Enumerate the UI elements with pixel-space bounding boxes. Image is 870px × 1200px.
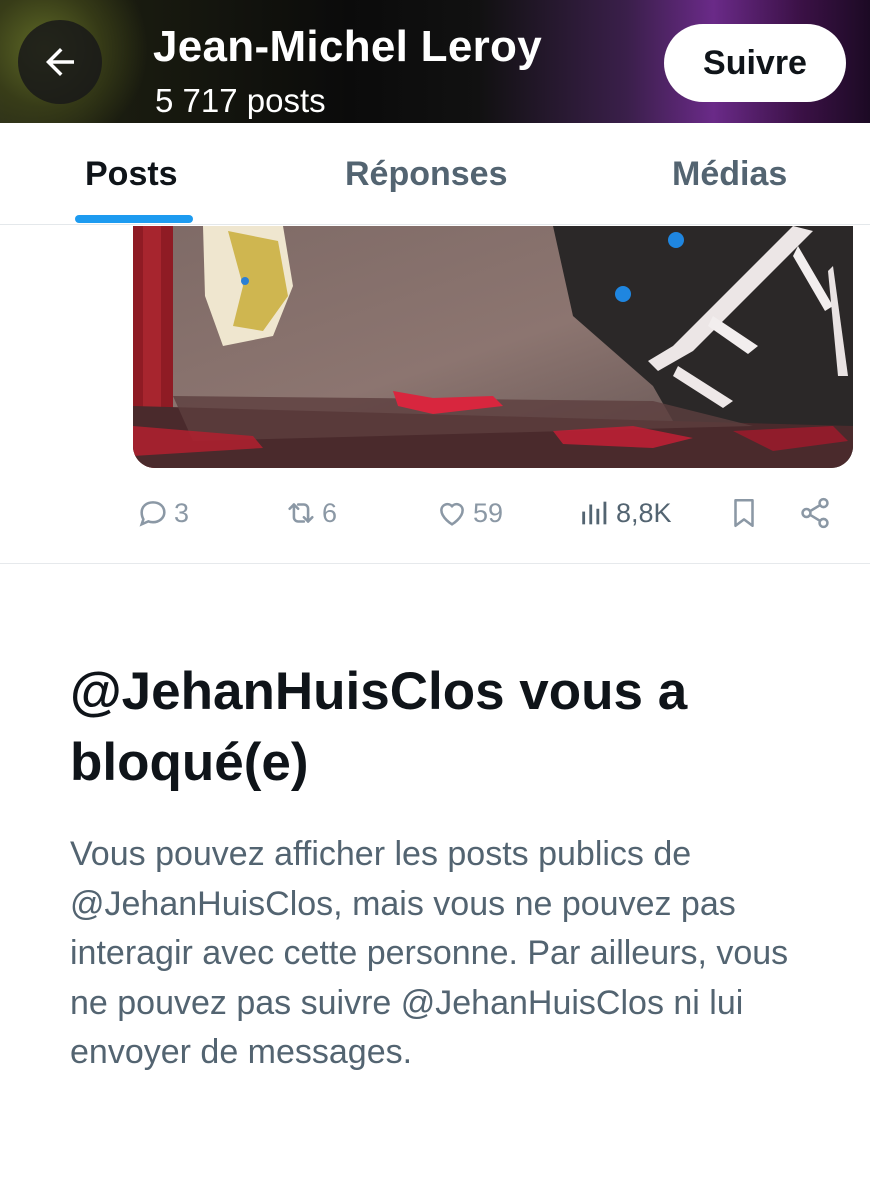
bookmark-icon: [734, 498, 754, 528]
arrow-left-icon: [46, 48, 74, 76]
post-actions: 3 6 59 8,8K: [0, 485, 870, 541]
tab-media[interactable]: Médias: [672, 123, 787, 225]
bookmark-button[interactable]: [727, 485, 761, 541]
divider: [0, 563, 870, 564]
painting-image: [133, 226, 853, 468]
profile-header: Jean-Michel Leroy 5 717 posts Suivre: [0, 0, 870, 123]
analytics-icon: [582, 501, 607, 525]
view-count: 8,8K: [616, 497, 672, 528]
share-icon: [801, 497, 829, 529]
back-button[interactable]: [18, 20, 102, 104]
share-button[interactable]: [798, 485, 832, 541]
reply-count: 3: [174, 497, 190, 528]
tab-replies[interactable]: Réponses: [345, 123, 508, 225]
blocked-title: @JehanHuisClos vous a bloqué(e): [70, 662, 688, 792]
like-count: 59: [473, 497, 504, 528]
active-tab-indicator: [75, 215, 193, 223]
heart-icon: [440, 502, 464, 526]
post-media-image[interactable]: [133, 226, 853, 468]
profile-name: Jean-Michel Leroy: [153, 22, 543, 71]
repost-button[interactable]: 6: [284, 485, 337, 541]
reply-icon: [139, 501, 166, 527]
repost-count: 6: [322, 497, 338, 528]
post-count: 5 717 posts: [155, 82, 326, 119]
tab-posts[interactable]: Posts: [85, 123, 178, 225]
blocked-description: Vous pouvez afficher les posts publics d…: [70, 835, 789, 1071]
views-button[interactable]: 8,8K: [578, 485, 672, 541]
like-button[interactable]: 59: [435, 485, 503, 541]
reply-button[interactable]: 3: [136, 485, 189, 541]
profile-tabs: Posts Réponses Médias: [0, 123, 870, 225]
repost-icon: [288, 503, 314, 523]
follow-button[interactable]: Suivre: [664, 24, 846, 102]
